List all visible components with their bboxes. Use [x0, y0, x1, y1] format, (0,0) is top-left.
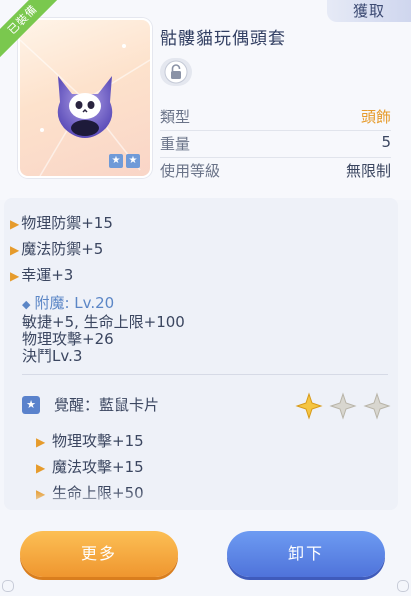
info-value: 頭飾: [360, 108, 391, 126]
enchant-effect: 物理攻擊+26: [22, 330, 114, 348]
divider: [160, 130, 391, 131]
base-stat-row: ▶ 魔法防禦+5: [10, 238, 103, 259]
card-icon: ★: [22, 396, 40, 414]
bullet-triangle-icon: ▶: [10, 243, 20, 257]
bullet-triangle-icon: ▶: [10, 217, 20, 231]
divider: [160, 157, 391, 158]
info-label: 重量: [160, 135, 191, 153]
item-image-card: ★ ★: [18, 18, 152, 178]
scroll-fade: [4, 490, 398, 510]
corner-ornament: [2, 580, 14, 592]
corner-ornament: [397, 580, 409, 592]
rarity-stars: ★ ★: [109, 154, 140, 168]
bullet-triangle-icon: ▶: [36, 461, 46, 475]
enchant-level: ◆ 附魔: Lv.20: [22, 292, 114, 313]
section-divider: [22, 374, 388, 375]
enchant-effect: 決鬥Lv.3: [22, 347, 83, 365]
info-row-weight: 重量 5: [160, 133, 391, 158]
info-row-level: 使用等級 無限制: [160, 160, 391, 182]
lock-icon: [164, 60, 188, 84]
info-label: 類型: [160, 108, 191, 126]
stat-text: 魔法攻擊+15: [52, 458, 144, 476]
awaken-title: 覺醒：藍鼠卡片: [54, 396, 160, 414]
base-stat-row: ▶ 幸運+3: [10, 264, 73, 285]
star-empty-icon: [329, 392, 357, 420]
stat-text: 魔法防禦+5: [21, 240, 104, 258]
skull-cat-mask-icon: [57, 76, 113, 138]
awaken-stat-row: ▶ 物理攻擊+15: [36, 430, 144, 451]
unequip-button[interactable]: 卸下: [227, 531, 385, 577]
bullet-triangle-icon: ▶: [10, 269, 20, 283]
star-filled-icon: [295, 392, 323, 420]
info-row-type: 類型 頭飾: [160, 106, 391, 131]
lock-button[interactable]: [160, 58, 192, 86]
base-stat-row: ▶ 物理防禦+15: [10, 212, 113, 233]
stat-text: 物理攻擊+15: [52, 432, 144, 450]
info-value: 5: [381, 133, 391, 151]
stat-text: 物理防禦+15: [21, 214, 113, 232]
diamond-icon: ◆: [22, 298, 31, 311]
rarity-star-icon: ★: [126, 154, 140, 168]
awaken-stat-row: ▶ 魔法攻擊+15: [36, 456, 144, 477]
info-value: 無限制: [345, 162, 391, 180]
item-name: 骷髏貓玩偶頭套: [160, 29, 286, 49]
enchant-effect: 敏捷+5, 生命上限+100: [22, 313, 185, 331]
stats-panel[interactable]: ▶ 物理防禦+15 ▶ 魔法防禦+5 ▶ 幸運+3 ◆ 附魔: Lv.20 敏捷+5, …: [4, 198, 398, 510]
star-empty-icon: [363, 392, 391, 420]
stat-text: 幸運+3: [21, 266, 74, 284]
obtain-tab[interactable]: 獲取: [327, 0, 411, 22]
more-button[interactable]: 更多: [20, 531, 178, 577]
enchant-label: 附魔: Lv.20: [34, 294, 115, 312]
info-label: 使用等級: [160, 162, 221, 180]
rarity-star-icon: ★: [109, 154, 123, 168]
awaken-stars: [295, 392, 391, 420]
bullet-triangle-icon: ▶: [36, 435, 46, 449]
